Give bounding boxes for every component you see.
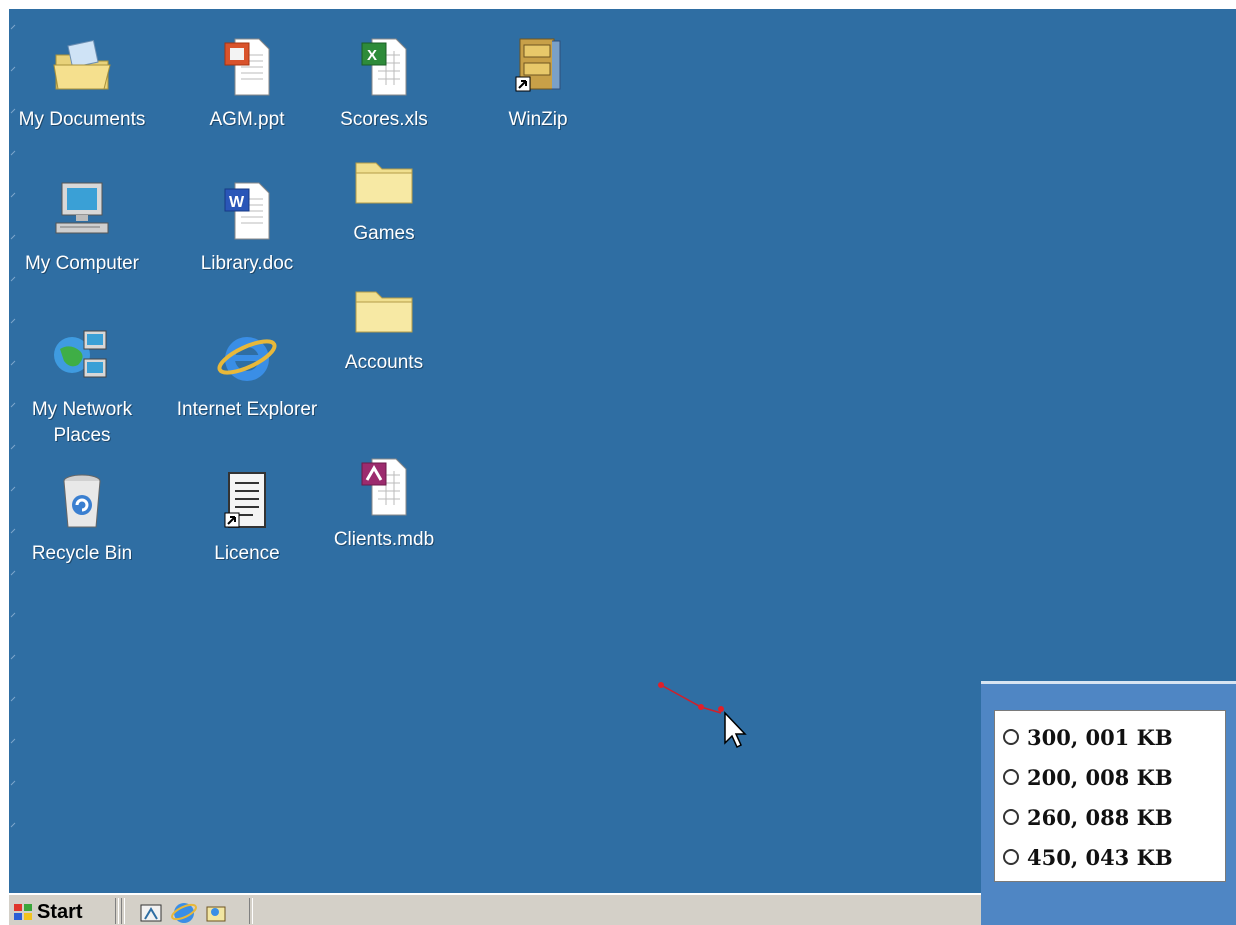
computer-icon (55, 182, 109, 234)
desktop-icon-recycle-bin[interactable]: Recycle Bin (9, 469, 157, 567)
powerpoint-file-icon (224, 38, 270, 96)
access-file-icon (361, 458, 407, 516)
desktop-icon-accounts[interactable]: Accounts (309, 278, 459, 376)
icon-label: My Documents (18, 109, 146, 130)
answer-option-3[interactable]: 260, 088 KB (995, 797, 1225, 837)
option-label: 300, 001 KB (1027, 724, 1173, 750)
folder-icon (355, 162, 413, 204)
desktop-icon-my-documents[interactable]: My Documents (9, 35, 157, 133)
internet-explorer-icon[interactable] (169, 897, 199, 925)
cursor-arrow-icon (724, 711, 747, 749)
icon-label: My Computer (24, 253, 140, 274)
icon-label: Internet Explorer (176, 399, 318, 420)
icon-label: My Network Places (31, 399, 133, 446)
start-label: Start (37, 900, 83, 923)
icon-label: WinZip (508, 109, 568, 130)
radio-button[interactable] (1003, 769, 1019, 785)
desktop-icon-scores-xls[interactable]: X Scores.xls (309, 35, 459, 133)
outlook-icon[interactable] (201, 897, 231, 925)
desktop-icon-clients-mdb[interactable]: Clients.mdb (309, 455, 459, 553)
radio-button[interactable] (1003, 729, 1019, 745)
svg-text:W: W (229, 194, 245, 211)
desktop-icon-winzip[interactable]: WinZip (463, 35, 613, 133)
mouse-pointer-trail (658, 682, 747, 749)
word-file-icon: W (224, 182, 270, 240)
svg-text:X: X (367, 47, 377, 64)
option-label: 450, 043 KB (1027, 844, 1173, 870)
windows-logo-icon (14, 904, 32, 920)
option-label: 260, 088 KB (1027, 804, 1173, 830)
taskbar: Start (9, 893, 981, 925)
desktop-icon-licence[interactable]: Licence (172, 469, 322, 567)
icon-label: Licence (214, 543, 280, 564)
answer-options: 300, 001 KB 200, 008 KB 260, 088 KB 450,… (994, 710, 1226, 882)
desktop-icon-my-network-places[interactable]: My Network Places (9, 325, 157, 449)
internet-explorer-icon (217, 337, 277, 381)
folder-icon (355, 291, 413, 333)
recycle-bin-icon (63, 474, 101, 528)
show-desktop-icon[interactable] (137, 897, 167, 925)
icon-label: Recycle Bin (31, 543, 133, 564)
icon-label: AGM.ppt (209, 109, 285, 130)
icon-label: Accounts (344, 352, 424, 373)
desktop-icon-games[interactable]: Games (309, 149, 459, 247)
taskbar-grip (121, 898, 125, 924)
desktop-icon-library-doc[interactable]: W Library.doc (172, 179, 322, 277)
desktop: My Documents My Computer My Network Plac… (9, 9, 1236, 925)
desktop-icon-agm-ppt[interactable]: AGM.ppt (172, 35, 322, 133)
network-icon (54, 330, 107, 378)
icon-label: Games (353, 223, 415, 244)
answer-option-2[interactable]: 200, 008 KB (995, 757, 1225, 797)
desktop-icon-internet-explorer[interactable]: Internet Explorer (172, 325, 322, 423)
option-label: 200, 008 KB (1027, 764, 1173, 790)
folder-documents-icon (53, 39, 111, 90)
taskbar-separator (115, 898, 119, 924)
text-document-shortcut-icon (224, 472, 266, 528)
desktop-edge-marks (10, 24, 16, 828)
winzip-shortcut-icon (515, 38, 561, 92)
start-button[interactable]: Start (9, 898, 113, 925)
answer-panel: 300, 001 KB 200, 008 KB 260, 088 KB 450,… (981, 681, 1236, 925)
icon-label: Scores.xls (340, 109, 428, 130)
excel-file-icon: X (361, 38, 407, 96)
icon-label: Clients.mdb (333, 529, 435, 550)
answer-option-1[interactable]: 300, 001 KB (995, 717, 1225, 757)
desktop-icon-my-computer[interactable]: My Computer (9, 179, 157, 277)
answer-option-4[interactable]: 450, 043 KB (995, 837, 1225, 877)
radio-button[interactable] (1003, 809, 1019, 825)
icon-label: Library.doc (200, 253, 294, 274)
radio-button[interactable] (1003, 849, 1019, 865)
taskbar-separator (249, 898, 253, 924)
